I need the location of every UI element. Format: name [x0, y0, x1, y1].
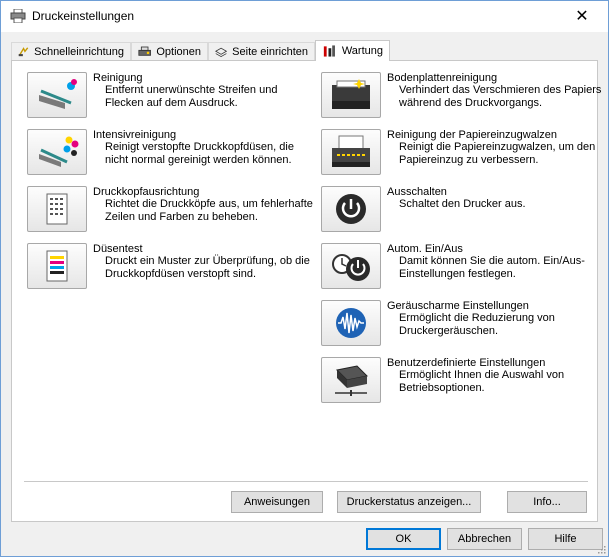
resize-grip-icon[interactable]	[596, 544, 606, 554]
item-description: Reinigt die Papiereinzugwalzen, um den P…	[399, 141, 596, 166]
tab-quick-setup[interactable]: Schnelleinrichtung	[11, 42, 131, 60]
item-title: Reinigung	[93, 72, 143, 84]
custom-settings-button[interactable]	[321, 357, 381, 403]
quiet-settings-icon	[336, 308, 366, 338]
print-head-alignment-item: Druckkopfausrichtung Richtet die Druckkö…	[27, 186, 313, 242]
nozzle-check-button[interactable]	[27, 243, 87, 289]
maintenance-icon	[323, 45, 335, 57]
info-button[interactable]: Info...	[507, 491, 587, 513]
item-description: Entfernt unerwünschte Streifen und Fleck…	[105, 84, 278, 109]
window-title: Druckeinstellungen	[32, 9, 135, 23]
close-button[interactable]: ✕	[562, 3, 602, 29]
item-description: Verhindert das Verschmieren des Papiers …	[399, 84, 602, 109]
print-head-alignment-icon	[46, 193, 68, 225]
maintenance-panel: Reinigung Entfernt unerwünschte Streifen…	[11, 60, 601, 522]
item-description: Ermöglicht die Reduzierung von Druckerge…	[399, 312, 555, 337]
deep-cleaning-icon	[39, 136, 79, 167]
power-off-icon	[336, 194, 366, 224]
item-title: Düsentest	[93, 243, 143, 255]
item-description: Schaltet den Drucker aus.	[399, 198, 526, 210]
auto-power-item: Autom. Ein/Aus Damit können Sie die auto…	[321, 243, 596, 293]
instructions-button[interactable]: Anweisungen	[231, 491, 323, 513]
item-title: Intensivreinigung	[93, 129, 177, 141]
auto-power-button[interactable]	[321, 243, 381, 289]
item-description: Ermöglicht Ihnen die Auswahl von Betrieb…	[399, 369, 565, 394]
roller-cleaning-button[interactable]	[321, 129, 381, 175]
item-description: Damit können Sie die autom. Ein/Aus-Eins…	[399, 255, 585, 280]
custom-settings-item: Benutzerdefinierte Einstellungen Ermögli…	[321, 357, 596, 407]
tab-options[interactable]: Optionen	[131, 42, 208, 60]
cleaning-icon	[39, 79, 77, 109]
item-title: Ausschalten	[387, 186, 447, 198]
cancel-button[interactable]: Abbrechen	[447, 528, 522, 550]
cleaning-button[interactable]	[27, 72, 87, 118]
item-description: Druckt ein Muster zur Überprüfung, ob di…	[105, 255, 310, 280]
print-head-alignment-button[interactable]	[27, 186, 87, 232]
custom-settings-icon	[335, 365, 369, 396]
printer-settings-window: Druckeinstellungen ✕ Schnelleinrichtung …	[0, 0, 609, 557]
bottom-plate-cleaning-button[interactable]	[321, 72, 381, 118]
roller-cleaning-icon	[332, 135, 370, 167]
help-button[interactable]: Hilfe	[528, 528, 603, 550]
cleaning-item: Reinigung Entfernt unerwünschte Streifen…	[27, 72, 312, 122]
ok-button[interactable]: OK	[366, 528, 441, 550]
roller-cleaning-item: Reinigung der Papiereinzugwalzen Reinigt…	[321, 129, 596, 179]
bottom-plate-cleaning-icon	[332, 79, 370, 109]
power-off-button[interactable]	[321, 186, 381, 232]
nozzle-check-item: Düsentest Druckt ein Muster zur Überprüf…	[27, 243, 312, 293]
printer-icon	[10, 9, 26, 23]
tab-label: Seite einrichten	[232, 45, 308, 58]
bottom-plate-cleaning-item: Bodenplattenreinigung Verhindert das Ver…	[321, 72, 601, 122]
power-off-item: Ausschalten Schaltet den Drucker aus.	[321, 186, 596, 236]
title-bar: Druckeinstellungen ✕	[1, 1, 608, 32]
item-title: Druckkopfausrichtung	[93, 186, 200, 198]
deep-cleaning-item: Intensivreinigung Reinigt verstopfte Dru…	[27, 129, 312, 179]
page-setup-icon	[215, 47, 228, 57]
item-title: Benutzerdefinierte Einstellungen	[387, 357, 546, 369]
options-icon	[138, 46, 151, 56]
item-title: Geräuscharme Einstellungen	[387, 300, 529, 312]
item-title: Bodenplattenreinigung	[387, 72, 498, 84]
deep-cleaning-button[interactable]	[27, 129, 87, 175]
close-icon: ✕	[575, 8, 589, 25]
auto-power-icon	[332, 254, 370, 281]
item-description: Richtet die Druckköpfe aus, um fehlerhaf…	[105, 198, 313, 223]
quiet-settings-item: Geräuscharme Einstellungen Ermöglicht di…	[321, 300, 596, 350]
tab-label: Schnelleinrichtung	[34, 45, 124, 58]
tab-label: Optionen	[156, 45, 201, 58]
tab-label: Wartung	[341, 45, 383, 57]
printer-status-button[interactable]: Druckerstatus anzeigen...	[337, 491, 481, 513]
panel-separator	[24, 481, 588, 482]
item-description: Reinigt verstopfte Druckkopfdüsen, die n…	[105, 141, 294, 166]
tab-page-setup[interactable]: Seite einrichten	[208, 42, 315, 60]
item-title: Reinigung der Papiereinzugwalzen	[387, 129, 558, 141]
nozzle-check-icon	[46, 250, 68, 282]
tab-maintenance[interactable]: Wartung	[315, 40, 390, 61]
quiet-settings-button[interactable]	[321, 300, 381, 346]
item-title: Autom. Ein/Aus	[387, 243, 463, 255]
quick-setup-icon	[18, 46, 29, 56]
